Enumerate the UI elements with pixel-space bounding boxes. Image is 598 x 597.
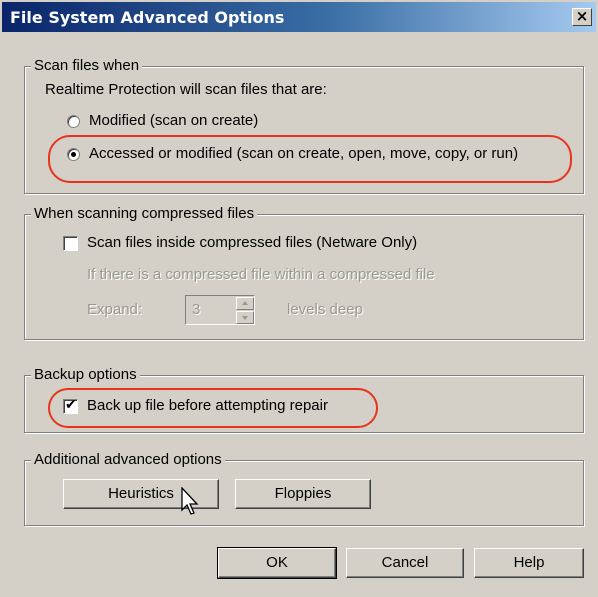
close-button[interactable]: × — [572, 8, 592, 26]
scan-compressed-label[interactable]: Scan files inside compressed files (Netw… — [87, 234, 417, 252]
additional-options-legend: Additional advanced options — [31, 451, 225, 469]
help-button[interactable]: Help — [474, 548, 584, 578]
expand-label: Expand: — [87, 301, 143, 318]
spin-down-icon[interactable] — [236, 311, 254, 324]
scan-compressed-checkbox[interactable] — [63, 236, 78, 251]
file-system-advanced-options-dialog: File System Advanced Options × Scan file… — [0, 0, 598, 597]
title-bar[interactable]: File System Advanced Options × — [2, 2, 596, 32]
floppies-button[interactable]: Floppies — [235, 479, 371, 509]
radio-modified-label[interactable]: Modified (scan on create) — [89, 112, 258, 130]
scan-intro-text: Realtime Protection will scan files that… — [45, 81, 327, 98]
nested-compressed-text: If there is a compressed file within a c… — [87, 266, 435, 283]
spin-up-icon[interactable] — [236, 297, 254, 310]
highlight-annotation-scan-option — [48, 135, 572, 183]
window-title: File System Advanced Options — [10, 8, 285, 27]
radio-modified-button[interactable] — [67, 115, 80, 128]
highlight-annotation-backup — [48, 388, 378, 428]
scan-files-when-legend: Scan files when — [31, 57, 143, 75]
ok-button[interactable]: OK — [217, 547, 337, 579]
expand-levels-stepper[interactable]: 3 — [185, 295, 255, 325]
cancel-button[interactable]: Cancel — [346, 548, 464, 578]
compressed-files-group: When scanning compressed files Scan file… — [24, 205, 584, 340]
backup-options-legend: Backup options — [31, 366, 140, 384]
mouse-pointer-icon — [181, 487, 199, 515]
additional-options-group: Additional advanced options Heuristics F… — [24, 451, 584, 526]
expand-levels-value[interactable]: 3 — [192, 301, 200, 318]
levels-deep-label: levels deep — [287, 301, 363, 318]
compressed-files-legend: When scanning compressed files — [31, 205, 258, 223]
